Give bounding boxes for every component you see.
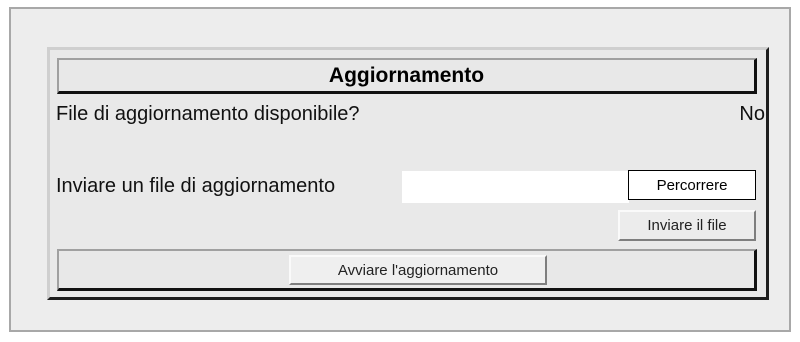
footer-row: Avviare l'aggiornamento [57,249,757,291]
update-available-label: File di aggiornamento disponibile? [56,103,360,125]
send-file-button[interactable]: Inviare il file [618,210,756,241]
send-file-label: Inviare un file di aggiornamento [56,175,336,197]
panel-title: Aggiornamento [57,58,757,94]
file-path-input[interactable] [402,171,629,203]
browse-button[interactable]: Percorrere [628,170,756,200]
start-update-button[interactable]: Avviare l'aggiornamento [289,255,547,285]
update-available-value: No [739,103,765,125]
update-panel: Aggiornamento File di aggiornamento disp… [47,47,769,300]
